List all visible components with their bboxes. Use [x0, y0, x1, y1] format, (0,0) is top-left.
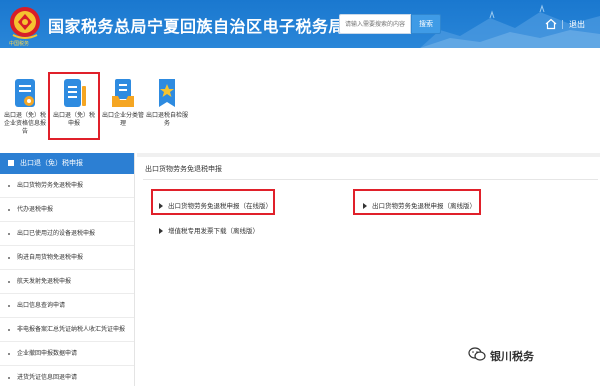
- app-tile-enterprise-classification[interactable]: 出口企业分类管理: [101, 78, 145, 128]
- menu-square-icon: [8, 160, 14, 166]
- tax-portal-page: 中国税务 国家税务总局宁夏回族自治区电子税务局 搜索 退出 出口退（免）税企业资…: [0, 0, 600, 386]
- app-tile-qualification-report[interactable]: 出口退（免）税企业资格信息报告: [3, 78, 47, 136]
- highlight-box-online: [151, 189, 275, 215]
- triangle-right-icon: [159, 228, 163, 234]
- wechat-icon: [468, 347, 486, 361]
- bullet-icon: [8, 376, 10, 379]
- app-label: 出口退税自检服务: [145, 112, 188, 127]
- header-divider: [562, 20, 563, 29]
- document-icon: [15, 79, 35, 107]
- search-input[interactable]: [339, 14, 411, 34]
- bullet-icon: [8, 232, 10, 235]
- sidebar-item[interactable]: 出口已使用过的设备退税申报: [0, 222, 134, 246]
- sidebar-item[interactable]: 出口信息查询申请: [0, 294, 134, 318]
- highlight-box-declaration: [48, 72, 100, 140]
- sidebar-item[interactable]: 出口货物劳务免退税申报: [0, 174, 134, 198]
- sidebar-item[interactable]: 航天发射免退税申报: [0, 270, 134, 294]
- app-label: 出口企业分类管理: [101, 112, 144, 127]
- main-title: 出口货物劳务免退税申报: [145, 165, 222, 173]
- site-header: 中国税务 国家税务总局宁夏回族自治区电子税务局 搜索 退出: [0, 0, 600, 48]
- star-bookmark-icon: [159, 79, 175, 107]
- site-title: 国家税务总局宁夏回族自治区电子税务局: [48, 17, 346, 36]
- home-icon[interactable]: [545, 18, 557, 30]
- bullet-icon: [8, 304, 10, 307]
- sidebar-item[interactable]: 购进自用货物免退税申报: [0, 246, 134, 270]
- app-tile-self-check-service[interactable]: 出口退税自检服务: [145, 78, 189, 128]
- inbox-icon: [112, 79, 134, 107]
- watermark-text: 银川税务: [490, 350, 534, 363]
- bullet-icon: [8, 352, 10, 355]
- sidebar-item[interactable]: 进货凭证信息回退申请: [0, 366, 134, 386]
- bullet-icon: [8, 328, 10, 331]
- logout-link[interactable]: 退出: [569, 19, 585, 30]
- bullet-icon: [8, 184, 10, 187]
- search-button[interactable]: 搜索: [411, 14, 441, 34]
- app-label: 出口退（免）税企业资格信息报告: [3, 112, 46, 135]
- sidebar-item[interactable]: 代办退税申报: [0, 198, 134, 222]
- bullet-icon: [8, 208, 10, 211]
- main-top-strip: [137, 153, 600, 157]
- bullet-icon: [8, 256, 10, 259]
- tax-emblem-icon: [10, 7, 40, 39]
- sidebar: 出口退（免）税申报 出口货物劳务免退税申报 代办退税申报 出口已使用过的设备退税…: [0, 153, 135, 386]
- title-divider: [143, 179, 598, 180]
- sidebar-item[interactable]: 非电报备案汇总凭证纳税人收汇凭证申报: [0, 318, 134, 342]
- sidebar-item[interactable]: 企业撤回申报数据申请: [0, 342, 134, 366]
- emblem-caption: 中国税务: [9, 41, 30, 47]
- highlight-box-offline: [353, 189, 481, 215]
- sidebar-heading[interactable]: 出口退（免）税申报: [0, 153, 134, 174]
- link-vat-invoice-download[interactable]: 增值税专用发票下载（离线版）: [159, 225, 259, 235]
- bullet-icon: [8, 280, 10, 283]
